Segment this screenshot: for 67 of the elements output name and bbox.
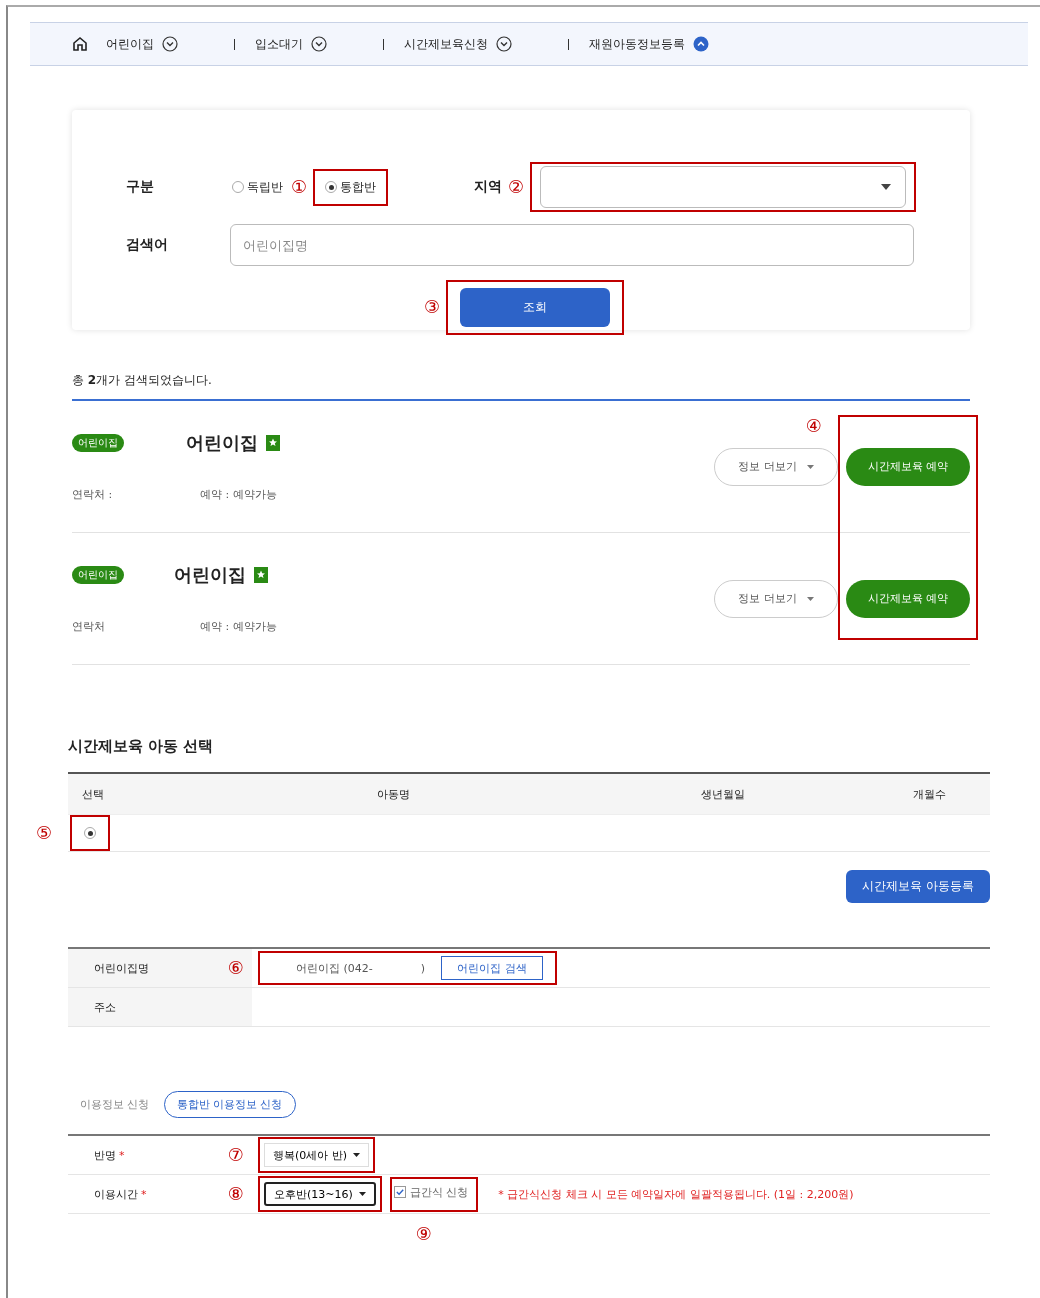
annotation-number: ⑧ — [227, 1185, 244, 1203]
expand-icon — [162, 36, 178, 52]
annotation-number: ① — [291, 178, 308, 196]
search-field[interactable]: 어린이집명 — [230, 224, 914, 266]
checkmark-icon — [394, 1187, 405, 1197]
category-badge: 어린이집 — [72, 566, 124, 584]
nav-menu-item[interactable]: 어린이집 — [106, 35, 178, 53]
caret-icon — [353, 1153, 361, 1157]
more-info-button[interactable]: 정보 더보기 — [714, 579, 838, 618]
expand-icon — [311, 36, 327, 52]
search-button[interactable]: 조회 — [460, 287, 611, 327]
annotation-number: ③ — [423, 298, 441, 316]
tab[interactable]: 이용정보 신청 — [80, 1097, 150, 1112]
reservation-status: 예약 : 예약가능 — [200, 619, 277, 634]
field-label: 어린이집명 — [94, 960, 149, 976]
daycare-search-button[interactable]: 어린이집 검색 — [441, 956, 544, 980]
annotation-number: ④ — [805, 417, 822, 435]
field-label: 지역 — [474, 178, 502, 196]
dropdown-caret-icon — [881, 184, 892, 190]
field-label: 검색어 — [126, 236, 169, 254]
caret-icon — [806, 596, 814, 601]
notice-text: * 급간식신청 체크 시 모든 예약일자에 일괄적용됩니다. (1일 : 2,200원) — [498, 1186, 854, 1202]
column-header: 선택 — [81, 786, 105, 802]
column-header: 생년월일 — [700, 786, 746, 802]
nav-menu-item[interactable]: 재원아동정보등록 — [589, 35, 709, 53]
more-info-button[interactable]: 정보 더보기 — [714, 447, 838, 486]
daycare-value: 어린이집 (042- — [296, 960, 373, 976]
required-mark: * — [141, 1187, 147, 1201]
result-count: 총 2개가 검색되었습니다. — [72, 372, 970, 401]
reserve-button[interactable]: 시간제보육 예약 — [846, 579, 970, 618]
star-bookmark-icon — [254, 567, 268, 583]
time-dropdown[interactable]: 오후반(13~16) — [264, 1182, 376, 1206]
caret-icon — [806, 464, 814, 469]
annotation-number: ② — [508, 178, 525, 196]
annotation-number: ⑤ — [36, 824, 53, 842]
radio-button[interactable] — [84, 827, 96, 839]
daycare-name: 어린이집 — [186, 431, 258, 455]
radio-option[interactable]: 독립반 — [230, 176, 285, 198]
field-label: 구분 — [126, 178, 155, 196]
column-header: 개월수 — [911, 786, 947, 802]
radio-option[interactable]: 통합반 — [323, 176, 379, 198]
field-label: 반명 — [94, 1147, 116, 1163]
checkbox-option[interactable]: 급간식 신청 — [393, 1184, 469, 1200]
category-badge: 어린이집 — [72, 434, 124, 452]
expand-icon — [496, 36, 512, 52]
contact-text: 연락처 : — [72, 487, 114, 502]
caret-icon — [358, 1192, 366, 1196]
column-header: 아동명 — [375, 786, 411, 802]
annotation-number: ⑨ — [415, 1224, 432, 1243]
daycare-name: 어린이집 — [174, 563, 246, 587]
required-mark: * — [119, 1148, 125, 1162]
nav-menu-item[interactable]: 시간제보육신청 — [404, 35, 512, 53]
annotation-number: ⑥ — [227, 959, 244, 977]
daycare-value: ) — [420, 961, 426, 975]
class-dropdown[interactable]: 행복(0세아 반) — [264, 1143, 370, 1167]
annotation-number: ⑦ — [227, 1146, 244, 1164]
section-title: 시간제보육 아동 선택 — [68, 737, 215, 756]
field-label: 이용시간 — [94, 1186, 138, 1202]
reservation-status: 예약 : 예약가능 — [200, 487, 277, 502]
collapse-icon — [693, 36, 709, 52]
nav-menu-item[interactable]: 입소대기 — [255, 35, 327, 53]
home-icon — [72, 36, 88, 52]
reserve-button[interactable]: 시간제보육 예약 — [846, 447, 970, 486]
register-child-button[interactable]: 시간제보육 아동등록 — [846, 870, 990, 903]
contact-text: 연락처 — [72, 619, 106, 634]
star-bookmark-icon — [266, 435, 280, 451]
field-label: 주소 — [94, 999, 116, 1015]
